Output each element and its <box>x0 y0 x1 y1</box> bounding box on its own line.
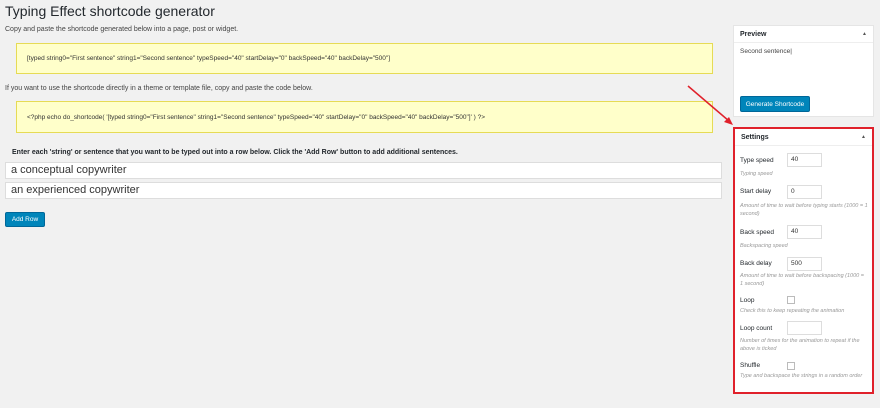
type-speed-input[interactable]: 40 <box>787 153 822 167</box>
red-arrow-icon <box>687 85 733 125</box>
shortcode-box[interactable]: [typed string0="First sentence" string1=… <box>16 43 713 74</box>
intro-text: Copy and paste the shortcode generated b… <box>5 26 239 33</box>
intro2-text: If you want to use the shortcode directl… <box>5 85 313 92</box>
preview-text: Second sentence| <box>740 48 792 55</box>
loop-count-label: Loop count <box>740 325 773 332</box>
php-code-box[interactable]: <?php echo do_shortcode( '[typed string0… <box>16 101 713 133</box>
settings-header[interactable]: Settings ▲ <box>735 129 872 146</box>
preview-header[interactable]: Preview ▲ <box>734 26 873 43</box>
start-delay-help: Amount of time to wait before typing sta… <box>740 203 868 217</box>
start-delay-input[interactable]: 0 <box>787 185 822 199</box>
row-input-1[interactable]: a conceptual copywriter <box>5 162 722 179</box>
settings-panel: Settings ▲ Type speed 40 Typing speed St… <box>733 127 874 394</box>
back-speed-label: Back speed <box>740 229 774 236</box>
loop-checkbox[interactable] <box>787 296 795 304</box>
loop-count-input[interactable] <box>787 321 822 335</box>
back-speed-input[interactable]: 40 <box>787 225 822 239</box>
loop-help: Check this to keep repeating the animati… <box>740 308 845 314</box>
back-delay-input[interactable]: 500 <box>787 257 822 271</box>
shuffle-help: Type and backspace the strings in a rand… <box>740 373 863 379</box>
generate-shortcode-button[interactable]: Generate Shortcode <box>740 96 810 112</box>
loop-count-help: Number of times for the animation to rep… <box>740 338 860 352</box>
back-speed-help: Backspacing speed <box>740 243 788 249</box>
loop-label: Loop <box>740 297 755 304</box>
shuffle-label: Shuffle <box>740 362 761 369</box>
rows-label: Enter each 'string' or sentence that you… <box>12 149 458 156</box>
collapse-icon[interactable]: ▲ <box>862 31 867 37</box>
type-speed-help: Typing speed <box>740 171 773 177</box>
shuffle-checkbox[interactable] <box>787 362 795 370</box>
back-delay-help: Amount of time to wait before backspacin… <box>740 273 864 287</box>
add-row-button[interactable]: Add Row <box>5 212 45 227</box>
settings-title: Settings <box>741 133 769 141</box>
preview-title: Preview <box>740 30 767 38</box>
page-title: Typing Effect shortcode generator <box>5 3 215 19</box>
type-speed-label: Type speed <box>740 157 774 164</box>
start-delay-label: Start delay <box>740 188 772 195</box>
back-delay-label: Back delay <box>740 260 772 267</box>
row-input-2[interactable]: an experienced copywriter <box>5 182 722 199</box>
collapse-icon[interactable]: ▲ <box>861 134 866 140</box>
preview-panel: Preview ▲ Second sentence| Generate Shor… <box>733 25 874 117</box>
